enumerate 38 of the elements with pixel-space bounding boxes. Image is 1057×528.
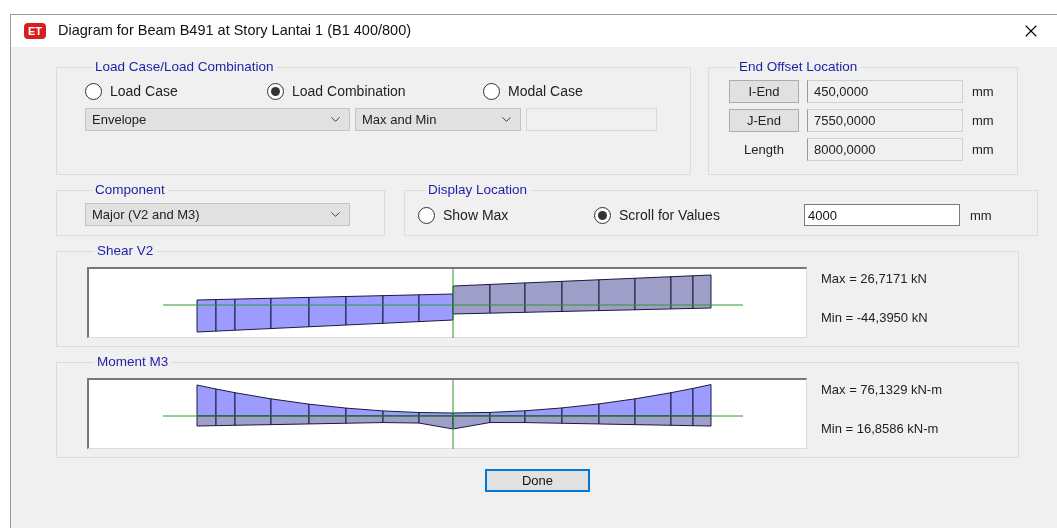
unit-label: mm (972, 141, 994, 159)
component-dropdown[interactable]: Major (V2 and M3) (85, 203, 350, 227)
end-button[interactable]: I-End (729, 80, 799, 104)
radio-label: Show Max (443, 205, 509, 225)
radio-label: Modal Case (508, 82, 583, 102)
input-field[interactable] (526, 108, 657, 132)
location-field[interactable]: 4000 (804, 204, 960, 227)
done-button[interactable]: Done (485, 469, 590, 492)
radio-label: Load Case (110, 82, 178, 102)
radio-label: Load Combination (292, 82, 406, 102)
group-title: Moment M3 (96, 353, 170, 371)
app-logo: ET (24, 23, 46, 39)
radio-button[interactable] (85, 83, 102, 101)
window-title: Diagram for Beam B491 at Story Lantai 1 (B1 400/800) (58, 21, 412, 41)
max-value: Max = 76,1329 kN-m (821, 381, 943, 400)
unit-label: mm (972, 112, 994, 130)
end-button[interactable]: J-End (729, 109, 799, 133)
radio-button[interactable] (418, 206, 435, 224)
group-title: Display Location (427, 181, 529, 199)
min-value: Min = 16,8586 kN-m (821, 419, 940, 438)
radio-label: Scroll for Values (619, 205, 720, 225)
group-title: Component (94, 181, 166, 199)
mode-dropdown[interactable]: Max and Min (355, 108, 521, 132)
radio-button[interactable] (267, 83, 284, 101)
unit-label: mm (972, 83, 994, 101)
value-field[interactable]: 450,0000 (807, 80, 963, 104)
group-title: Load Case/Load Combination (94, 58, 275, 76)
group-title: Shear V2 (96, 242, 155, 260)
value-field[interactable]: 8000,0000 (807, 138, 963, 162)
min-value: Min = -44,3950 kN (821, 308, 928, 327)
radio-button[interactable] (483, 83, 500, 101)
group-title: End Offset Location (738, 58, 859, 76)
max-value: Max = 26,7171 kN (821, 270, 928, 289)
field-label: Length (743, 141, 785, 159)
radio-button[interactable] (594, 206, 611, 224)
value-field[interactable]: 7550,0000 (807, 109, 963, 133)
unit-label: mm (970, 206, 992, 225)
combo-dropdown[interactable]: Envelope (85, 108, 350, 132)
